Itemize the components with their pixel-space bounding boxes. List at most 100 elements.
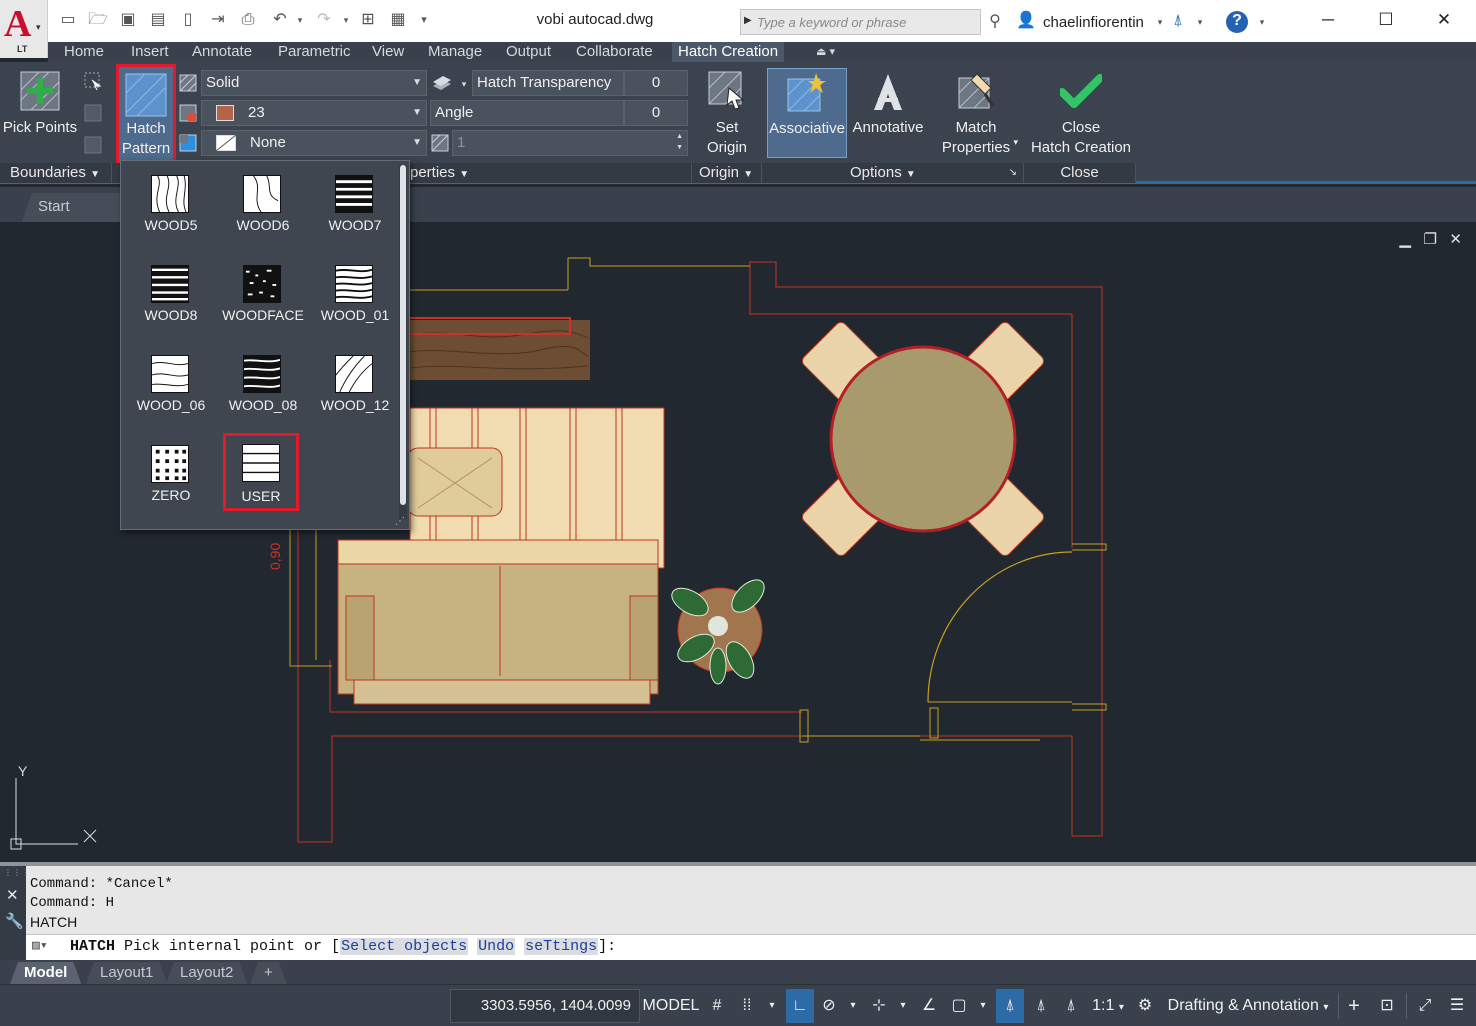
dialog-launcher-icon[interactable]: ↘ xyxy=(1009,163,1017,183)
boundaries-panel-title[interactable]: Boundaries ▼ xyxy=(0,163,112,183)
minimize-ribbon-icon[interactable]: ⏏ ▾ xyxy=(810,42,841,62)
hatch-transparency-value[interactable]: 0 xyxy=(624,70,688,96)
recreate-boundary-icon[interactable] xyxy=(84,136,102,154)
option-select-objects[interactable]: Select objects xyxy=(340,938,469,955)
add-layout-button[interactable]: + xyxy=(250,962,287,984)
open-folder-icon[interactable]: 🗁 xyxy=(88,10,108,30)
plus-icon[interactable]: + xyxy=(1340,989,1368,1023)
pattern-wood7[interactable]: WOOD7 xyxy=(309,161,393,241)
gallery-scrollbar[interactable] xyxy=(399,165,407,519)
tab-parametric[interactable]: Parametric xyxy=(272,42,357,62)
match-properties-button[interactable]: Match Properties ▾ xyxy=(932,66,1020,162)
match-properties-icon[interactable]: ⊞ xyxy=(358,10,378,30)
drag-handle-icon[interactable]: ⋮⋮⋮ xyxy=(4,868,31,877)
redo-dropdown-icon[interactable]: ▾ xyxy=(336,10,356,30)
customization-menu-icon[interactable]: ☰ xyxy=(1442,989,1472,1023)
hatch-pattern-button[interactable]: Hatch Pattern xyxy=(116,64,176,168)
snap-dropdown-icon[interactable]: ▾ xyxy=(762,989,782,1023)
pick-points-button[interactable]: Pick Points xyxy=(0,66,80,162)
annotation-visibility-icon[interactable]: ⍋ xyxy=(996,989,1024,1023)
hardware-acceleration-icon[interactable]: ⊡ xyxy=(1372,989,1402,1023)
background-color-dropdown[interactable]: None ▼ xyxy=(201,130,427,156)
pattern-wood-12[interactable]: WOOD_12 xyxy=(309,341,393,421)
hatch-scale-field[interactable]: 1 ▲ ▼ xyxy=(452,130,688,156)
annotation-scale-icon[interactable]: ⍋ xyxy=(1058,989,1084,1023)
tab-model[interactable]: Model xyxy=(10,962,81,984)
pattern-zero[interactable]: ZERO xyxy=(125,431,209,511)
isometric-dropdown-icon[interactable]: ▾ xyxy=(894,989,912,1023)
pattern-user[interactable]: USER xyxy=(223,433,299,511)
tab-view[interactable]: View xyxy=(366,42,410,62)
object-snap-icon[interactable]: ▢ xyxy=(946,989,972,1023)
search-input[interactable] xyxy=(757,12,977,32)
binoculars-icon[interactable]: ⚲ xyxy=(985,12,1005,32)
model-space-button[interactable]: MODEL xyxy=(642,989,700,1023)
pattern-woodface[interactable]: WOODFACE xyxy=(217,251,304,331)
chevron-down-icon[interactable]: ▾ xyxy=(1013,132,1018,152)
user-name[interactable]: chaelinfiorentin xyxy=(1043,14,1144,31)
print-icon[interactable]: ⎙ xyxy=(238,10,258,30)
hatch-transparency-field[interactable]: Hatch Transparency xyxy=(472,70,624,96)
scale-spinner-icon[interactable]: ▲ ▼ xyxy=(676,131,683,153)
save-as-icon[interactable]: ▤ xyxy=(148,10,168,30)
help-dropdown-icon[interactable]: ▾ xyxy=(1252,12,1272,32)
pattern-wood6[interactable]: WOOD6 xyxy=(217,161,301,241)
minimize-button[interactable]: ─ xyxy=(1308,6,1348,34)
origin-panel-title[interactable]: Origin ▼ xyxy=(692,163,762,183)
layer-dropdown-icon[interactable]: ▾ xyxy=(454,74,474,94)
maximize-button[interactable]: ☐ xyxy=(1366,6,1406,34)
tab-annotate[interactable]: Annotate xyxy=(186,42,258,62)
clean-screen-icon[interactable]: ⤢ xyxy=(1410,989,1440,1023)
pattern-wood-08[interactable]: WOOD_08 xyxy=(217,341,301,421)
hatch-transparency-icon[interactable] xyxy=(431,74,453,92)
option-settings[interactable]: seTtings xyxy=(524,938,599,955)
hatch-angle-field[interactable]: Angle xyxy=(430,100,624,126)
options-panel-title[interactable]: Options ▼ ↘ xyxy=(762,163,1024,183)
tab-home[interactable]: Home xyxy=(58,42,110,62)
undo-icon[interactable]: ↶ xyxy=(270,10,290,30)
ortho-icon[interactable]: ∟ xyxy=(786,989,814,1023)
workspace-switcher[interactable]: Drafting & Annotation ▾ xyxy=(1160,989,1336,1023)
command-line-input[interactable]: ▨▾ HATCH Pick internal point or [Select … xyxy=(26,934,1476,960)
redo-icon[interactable]: ↷ xyxy=(314,10,334,30)
coordinate-display[interactable]: 3303.5956, 1404.0099 xyxy=(450,989,640,1023)
tab-layout1[interactable]: Layout1 xyxy=(86,962,167,984)
snap-icon[interactable]: ⁞⁞ xyxy=(734,989,760,1023)
undo-dropdown-icon[interactable]: ▾ xyxy=(290,10,310,30)
annotation-scale-dropdown[interactable]: 1:1 ▾ xyxy=(1088,989,1128,1023)
object-snap-dropdown-icon[interactable]: ▾ xyxy=(974,989,992,1023)
save-icon[interactable]: ▣ xyxy=(118,10,138,30)
open-web-icon[interactable]: ▯ xyxy=(178,10,198,30)
customize-qat-icon[interactable]: ▾ xyxy=(414,10,434,30)
option-undo[interactable]: Undo xyxy=(477,938,516,955)
remove-boundaries-icon[interactable] xyxy=(84,104,102,122)
tab-layout2[interactable]: Layout2 xyxy=(166,962,247,984)
pattern-wood5[interactable]: WOOD5 xyxy=(125,161,209,241)
app-dropdown-icon[interactable]: ▾ xyxy=(1190,12,1210,32)
object-snap-tracking-icon[interactable]: ∠ xyxy=(916,989,942,1023)
close-window-button[interactable]: ✕ xyxy=(1424,6,1464,34)
gear-icon[interactable]: ⚙ xyxy=(1132,989,1158,1023)
pattern-wood-01[interactable]: WOOD_01 xyxy=(309,251,393,331)
set-origin-button[interactable]: Set Origin xyxy=(697,66,757,162)
pattern-wood8[interactable]: WOOD8 xyxy=(125,251,209,331)
application-menu-button[interactable]: A LT ▾ xyxy=(0,0,48,58)
select-objects-icon[interactable] xyxy=(84,72,102,90)
save-web-icon[interactable]: ⇥ xyxy=(208,10,228,30)
hatch-angle-value[interactable]: 0 xyxy=(624,100,688,126)
start-tab[interactable]: Start xyxy=(22,193,122,222)
expand-search-icon[interactable]: ▶ xyxy=(744,15,752,26)
hatch-type-dropdown[interactable]: Solid ▼ xyxy=(201,70,427,96)
associative-toggle[interactable]: Associative xyxy=(767,68,847,158)
tab-hatch-creation[interactable]: Hatch Creation xyxy=(672,42,785,62)
workspace-icon[interactable]: ▦ xyxy=(388,10,408,30)
user-dropdown-icon[interactable]: ▾ xyxy=(1150,12,1170,32)
polar-dropdown-icon[interactable]: ▾ xyxy=(844,989,862,1023)
annotative-toggle[interactable]: Annotative xyxy=(848,66,928,162)
new-file-icon[interactable]: ▭ xyxy=(58,10,78,30)
wrench-icon[interactable]: 🔧 xyxy=(5,912,24,930)
close-hatch-creation-button[interactable]: Close Hatch Creation xyxy=(1027,66,1135,162)
autodesk-app-icon[interactable]: ⍋ xyxy=(1168,11,1188,31)
tab-output[interactable]: Output xyxy=(500,42,557,62)
close-command-icon[interactable]: ✕ xyxy=(6,886,19,904)
